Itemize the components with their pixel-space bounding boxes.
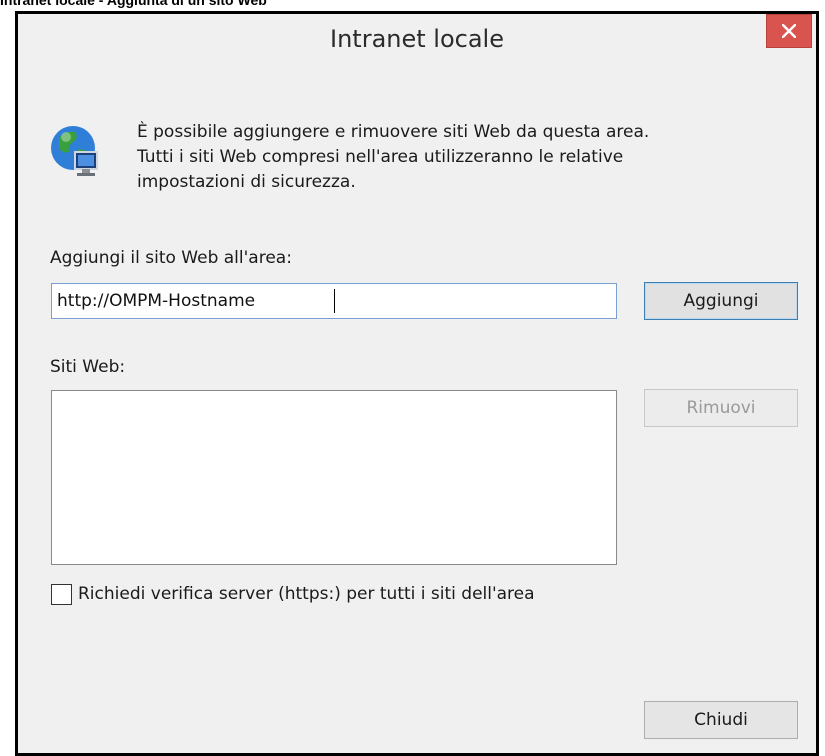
globe-computer-icon [51, 126, 98, 176]
intro-line-3: impostazioni di sicurezza. [137, 172, 356, 192]
intranet-dialog: Intranet locale È possibile aggiungere e… [15, 11, 819, 756]
https-checkbox[interactable] [51, 584, 72, 605]
sites-label: Siti Web: [50, 357, 126, 377]
https-checkbox-label[interactable]: Richiedi verifica server (https:) per tu… [78, 584, 535, 604]
intro-line-2: Tutti i siti Web compresi nell'area util… [137, 147, 624, 167]
remove-button[interactable]: Rimuovi [644, 389, 798, 427]
intro-line-1: È possibile aggiungere e rimuovere siti … [137, 122, 650, 142]
add-button[interactable]: Aggiungi [644, 282, 798, 320]
close-button[interactable]: Chiudi [644, 701, 798, 739]
sites-listbox[interactable] [51, 390, 617, 565]
add-site-label: Aggiungi il sito Web all'area: [50, 248, 292, 268]
window-title: Intranet locale [330, 25, 504, 53]
page-caption: Intranet locale - Aggiunta di un sito We… [0, 0, 267, 8]
title-bar: Intranet locale [18, 14, 816, 74]
dialog-body: È possibile aggiungere e rimuovere siti … [18, 74, 816, 753]
text-caret [334, 289, 335, 313]
close-window-button[interactable] [766, 14, 812, 48]
close-icon [782, 24, 796, 38]
intro-text: È possibile aggiungere e rimuovere siti … [137, 120, 787, 195]
